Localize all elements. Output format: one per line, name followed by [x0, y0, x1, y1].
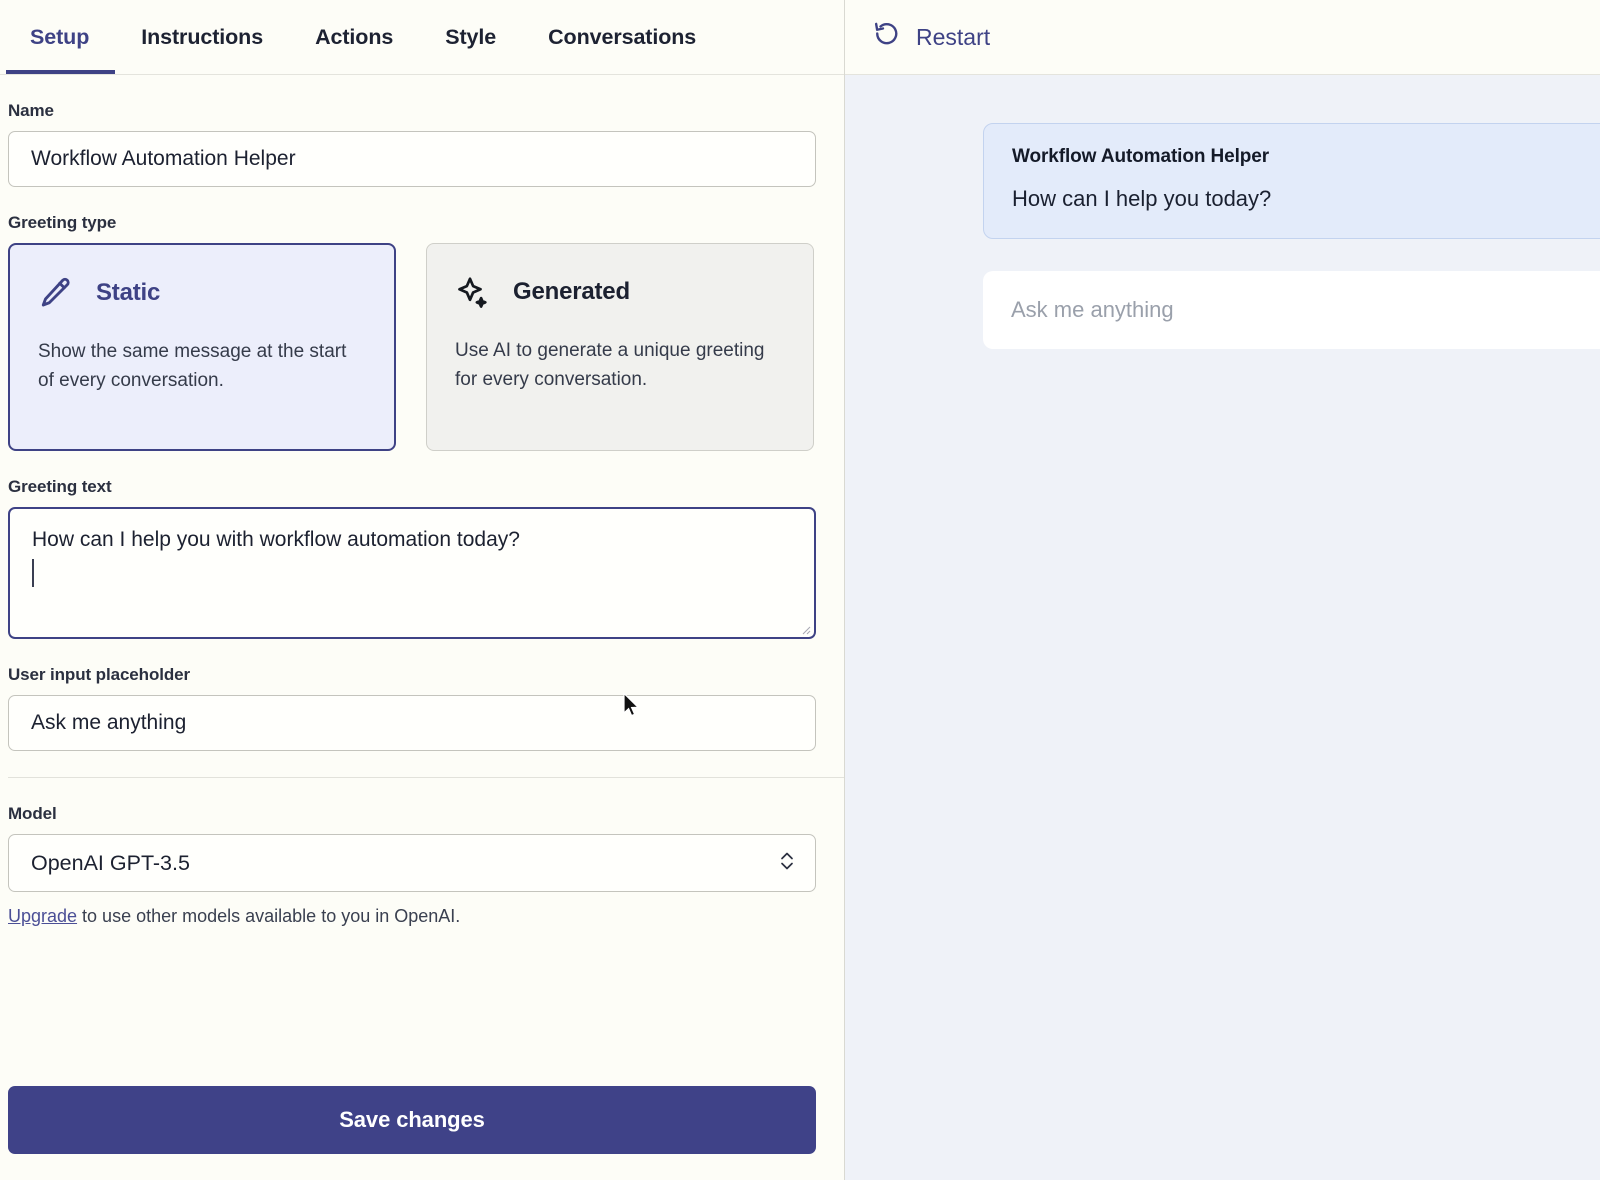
- greeting-type-generated-card[interactable]: Generated Use AI to generate a unique gr…: [426, 243, 814, 451]
- tab-actions[interactable]: Actions: [289, 0, 419, 74]
- save-bar: Save changes: [0, 1086, 844, 1180]
- tab-setup[interactable]: Setup: [6, 0, 116, 74]
- greeting-text-label: Greeting text: [8, 477, 112, 496]
- settings-form: Name Workflow Automation Helper Greeting…: [0, 75, 844, 1086]
- save-changes-button[interactable]: Save changes: [8, 1086, 816, 1154]
- assistant-name: Workflow Automation Helper: [1012, 146, 1270, 167]
- greeting-text-textarea[interactable]: How can I help you with workflow automat…: [8, 507, 816, 639]
- user-input-placeholder-group: User input placeholder Ask me anything: [8, 665, 816, 751]
- greeting-type-label: Greeting type: [8, 213, 117, 232]
- greeting-type-options: Static Show the same message at the star…: [8, 243, 814, 451]
- greeting-text-value: How can I help you with workflow automat…: [32, 528, 520, 551]
- tab-bar: Setup Instructions Actions Style Convers…: [0, 0, 844, 75]
- assistant-message-bubble: Workflow Automation Helper How can I hel…: [983, 123, 1600, 239]
- name-field-group: Name Workflow Automation Helper: [8, 101, 816, 187]
- greeting-text-group: Greeting text How can I help you with wo…: [8, 477, 816, 639]
- setup-fields: Name Workflow Automation Helper Greeting…: [0, 75, 844, 927]
- static-card-header: Static: [38, 275, 366, 311]
- user-input-placeholder-label: User input placeholder: [8, 665, 191, 684]
- tab-conversations[interactable]: Conversations: [522, 0, 722, 74]
- tab-instructions-label: Instructions: [141, 24, 264, 49]
- app-root: Setup Instructions Actions Style Convers…: [0, 0, 1600, 1180]
- chat-input[interactable]: Ask me anything: [983, 271, 1600, 349]
- name-input-value: Workflow Automation Helper: [31, 147, 296, 170]
- tab-actions-label: Actions: [315, 24, 394, 49]
- greeting-type-static-card[interactable]: Static Show the same message at the star…: [8, 243, 396, 451]
- settings-panel: Setup Instructions Actions Style Convers…: [0, 0, 845, 1180]
- name-label: Name: [8, 101, 54, 120]
- model-group: Model OpenAI GPT-3.5 Upgrade to use othe…: [8, 804, 816, 927]
- chevron-up-down-icon: [777, 848, 797, 879]
- static-card-description: Show the same message at the start of ev…: [38, 341, 347, 391]
- assistant-message-text: How can I help you today?: [1012, 186, 1272, 211]
- user-input-placeholder-input[interactable]: Ask me anything: [8, 695, 816, 751]
- chat-input-placeholder: Ask me anything: [1011, 297, 1174, 322]
- tab-conversations-label: Conversations: [548, 24, 697, 49]
- generated-card-description: Use AI to generate a unique greeting for…: [455, 340, 765, 390]
- static-card-title: Static: [96, 279, 161, 306]
- model-select-value: OpenAI GPT-3.5: [31, 850, 190, 875]
- preview-panel: Restart Workflow Automation Helper How c…: [845, 0, 1600, 1180]
- greeting-type-group: Greeting type Static Show the same messa…: [8, 213, 814, 451]
- chat-preview: Workflow Automation Helper How can I hel…: [845, 75, 1600, 1180]
- name-input[interactable]: Workflow Automation Helper: [8, 131, 816, 187]
- model-select[interactable]: OpenAI GPT-3.5: [8, 834, 816, 892]
- tab-instructions[interactable]: Instructions: [115, 0, 289, 74]
- upgrade-helper-text: Upgrade to use other models available to…: [8, 906, 814, 927]
- tab-setup-label: Setup: [30, 24, 90, 49]
- restart-button-label: Restart: [916, 23, 991, 50]
- pencil-icon: [38, 275, 74, 311]
- user-input-placeholder-value: Ask me anything: [31, 711, 187, 734]
- sparkle-icon: [455, 274, 491, 310]
- upgrade-helper-rest: to use other models available to you in …: [77, 906, 461, 926]
- preview-toolbar: Restart: [845, 0, 1600, 75]
- generated-card-header: Generated: [455, 274, 785, 310]
- generated-card-title: Generated: [513, 278, 630, 305]
- restart-arrow-icon: [872, 19, 902, 55]
- model-label: Model: [8, 804, 57, 823]
- upgrade-link[interactable]: Upgrade: [8, 906, 77, 926]
- restart-button[interactable]: Restart: [872, 19, 990, 55]
- text-caret: [32, 559, 34, 587]
- section-divider: [8, 777, 844, 778]
- resize-handle-icon[interactable]: [799, 622, 811, 635]
- tab-style[interactable]: Style: [419, 0, 522, 74]
- tab-style-label: Style: [445, 24, 497, 49]
